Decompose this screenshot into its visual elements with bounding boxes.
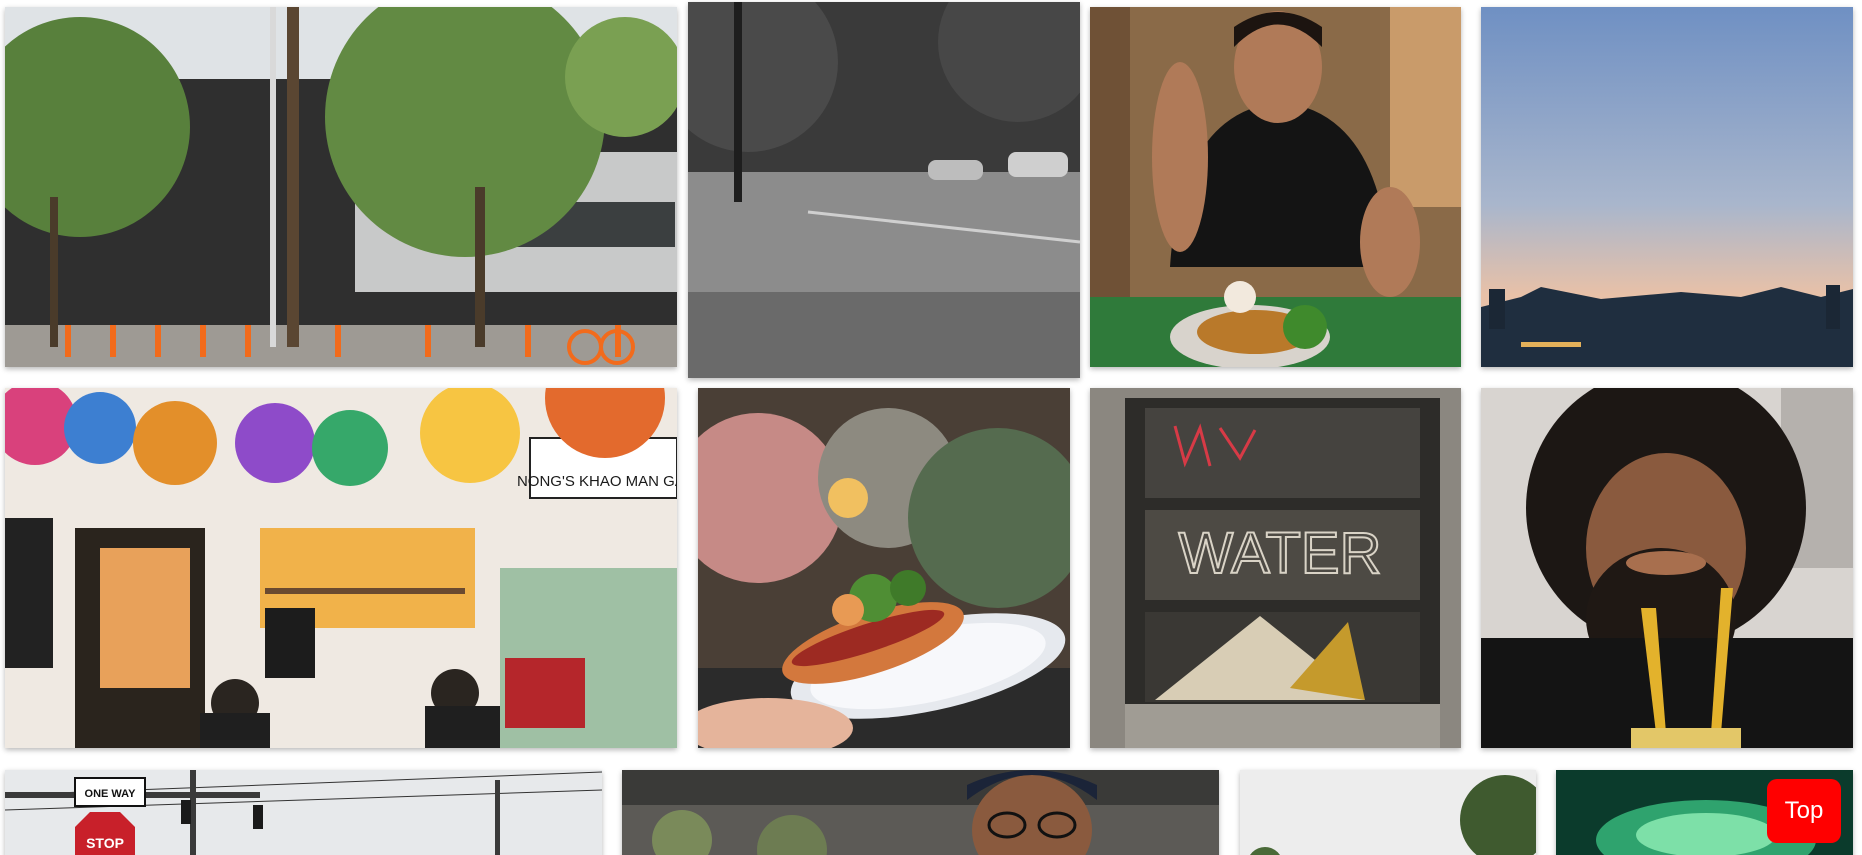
photo-rainy-street[interactable] [688, 2, 1080, 378]
photo-sky-trees[interactable] [1240, 770, 1536, 855]
photo-restaurant-interior[interactable]: NONG'S KHAO MAN GAI [5, 388, 677, 748]
photo-man-with-curry[interactable] [1090, 7, 1461, 367]
one-way-sign-text: ONE WAY [85, 788, 137, 800]
photo-graffiti-window[interactable]: WATER [1090, 388, 1461, 748]
scroll-to-top-button[interactable]: Top [1767, 779, 1841, 843]
photo-hot-dog-plate[interactable] [698, 388, 1070, 748]
photo-street-corner[interactable] [5, 7, 677, 367]
photo-man-with-glasses[interactable] [622, 770, 1219, 855]
photo-intersection[interactable]: ONE WAY STOP [5, 770, 602, 855]
graffiti-text: WATER [1179, 521, 1382, 586]
photo-city-dusk[interactable] [1481, 7, 1853, 367]
photo-gallery: NONG'S KHAO MAN GAI WATER ONE WAY STOP T… [0, 0, 1862, 855]
photo-bearded-man[interactable] [1481, 388, 1853, 748]
restaurant-sign-text: NONG'S KHAO MAN GAI [517, 473, 677, 490]
stop-sign-text: STOP [86, 835, 124, 851]
